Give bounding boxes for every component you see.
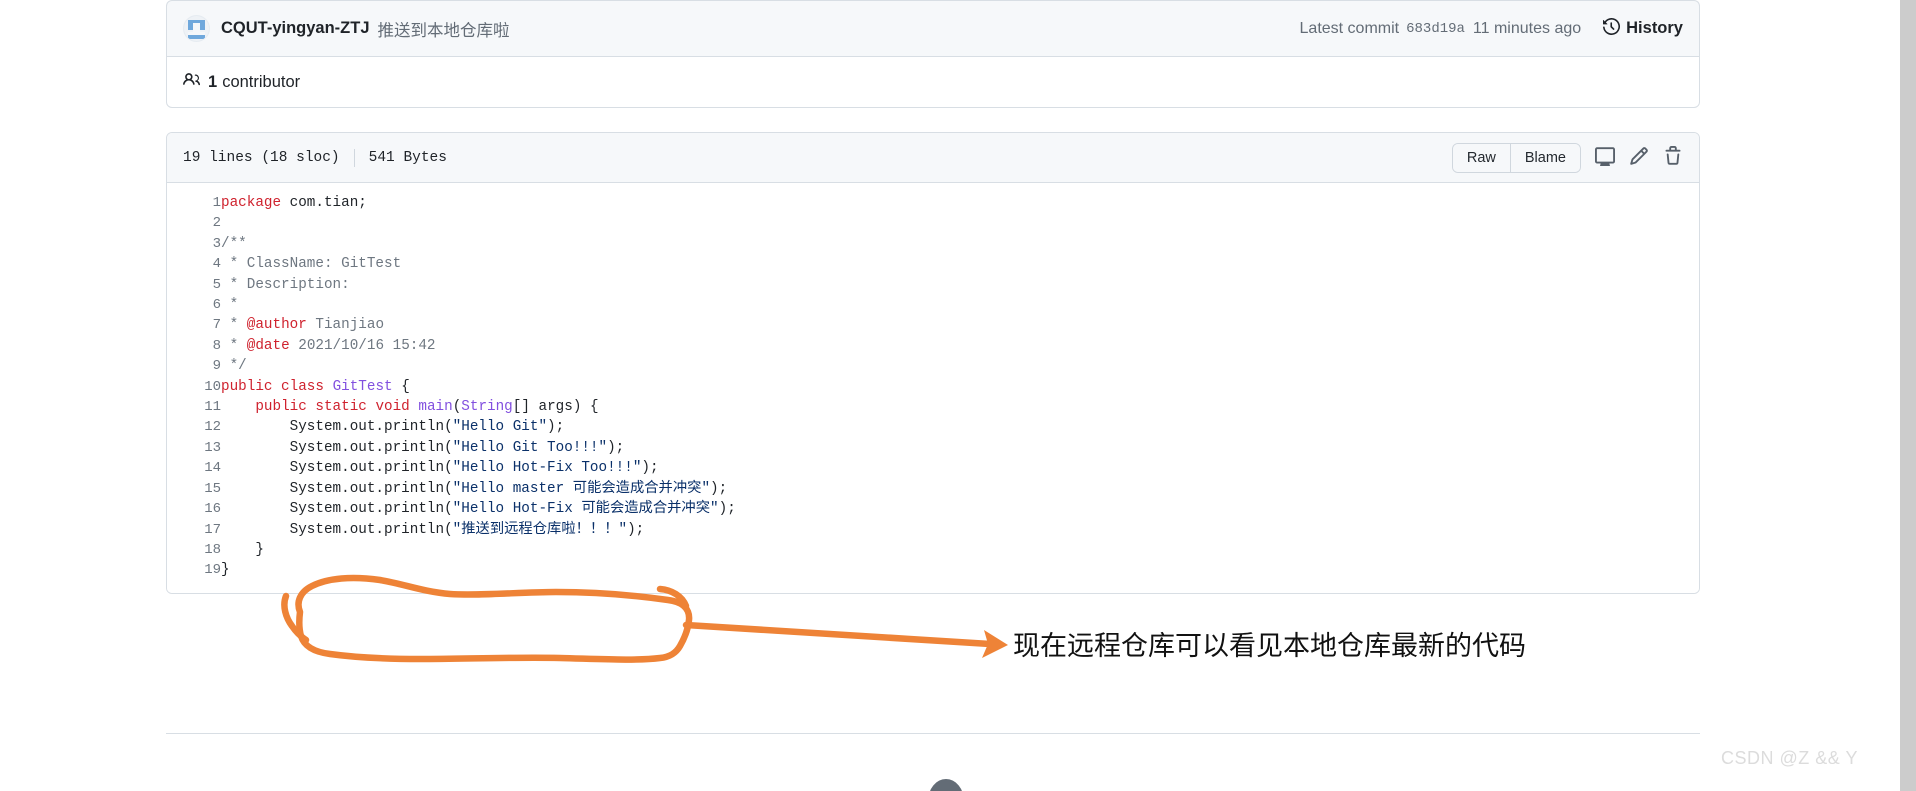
code-line-content[interactable]: System.out.println("推送到远程仓库啦！！！");: [221, 520, 1699, 540]
code-line: 4 * ClassName: GitTest: [167, 254, 1699, 274]
code-line-number[interactable]: 10: [167, 377, 221, 397]
code-line-number[interactable]: 2: [167, 213, 221, 233]
code-line-content[interactable]: * @date 2021/10/16 15:42: [221, 336, 1699, 356]
code-line-number[interactable]: 13: [167, 438, 221, 458]
code-line-content[interactable]: * ClassName: GitTest: [221, 254, 1699, 274]
history-label: History: [1626, 19, 1683, 37]
code-line-content[interactable]: public class GitTest {: [221, 377, 1699, 397]
code-line-number[interactable]: 17: [167, 520, 221, 540]
raw-button[interactable]: Raw: [1452, 143, 1510, 172]
code-line-content[interactable]: System.out.println("Hello Hot-Fix Too!!!…: [221, 458, 1699, 478]
raw-blame-button-group: Raw Blame: [1451, 142, 1581, 173]
latest-commit-label: Latest commit: [1299, 19, 1400, 37]
code-line-number[interactable]: 6: [167, 295, 221, 315]
commit-author-name[interactable]: CQUT-yingyan-ZTJ: [221, 19, 370, 38]
code-line: 2: [167, 213, 1699, 233]
code-line: 10 public class GitTest {: [167, 377, 1699, 397]
code-line: 17 System.out.println("推送到远程仓库啦！！！");: [167, 520, 1699, 540]
page-bottom-shape: [928, 779, 964, 791]
code-line-content[interactable]: * @author Tianjiao: [221, 315, 1699, 335]
code-line: 16 System.out.println("Hello Hot-Fix 可能会…: [167, 499, 1699, 519]
contributor-count: 1: [208, 72, 218, 91]
meta-divider: [353, 148, 355, 167]
file-content-column: CQUT-yingyan-ZTJ 推送到本地仓库啦 Latest commit …: [166, 0, 1700, 594]
code-line-number[interactable]: 8: [167, 336, 221, 356]
desktop-download-button[interactable]: [1595, 146, 1615, 169]
contributors-link[interactable]: 1 contributor: [183, 71, 300, 93]
code-line-number[interactable]: 3: [167, 234, 221, 254]
code-line: 6 *: [167, 295, 1699, 315]
code-line-content[interactable]: System.out.println("Hello master 可能会造成合并…: [221, 479, 1699, 499]
code-line-content[interactable]: }: [221, 560, 1699, 580]
page-root: CQUT-yingyan-ZTJ 推送到本地仓库啦 Latest commit …: [0, 0, 1916, 791]
code-listing[interactable]: 1 package com.tian; 2 3/** 4 * ClassName: G…: [167, 183, 1699, 593]
code-line-number[interactable]: 16: [167, 499, 221, 519]
code-line-content[interactable]: *: [221, 295, 1699, 315]
contributors-bar: 1 contributor: [166, 56, 1700, 108]
code-line: 14 System.out.println("Hello Hot-Fix Too…: [167, 458, 1699, 478]
code-line: 1 package com.tian;: [167, 193, 1699, 213]
edit-file-button[interactable]: [1629, 146, 1649, 169]
code-table: 1 package com.tian; 2 3/** 4 * ClassName: G…: [167, 193, 1699, 581]
code-line: 3/**: [167, 234, 1699, 254]
csdn-watermark: CSDN @Z && Y: [1721, 748, 1858, 768]
pencil-edit-icon: [1629, 146, 1649, 169]
code-line-content[interactable]: */: [221, 356, 1699, 376]
code-line-number[interactable]: 5: [167, 275, 221, 295]
contributor-label: contributor: [222, 72, 301, 91]
code-line: 13 System.out.println("Hello Git Too!!!"…: [167, 438, 1699, 458]
code-line: 9 */: [167, 356, 1699, 376]
code-line-content[interactable]: System.out.println("Hello Git Too!!!");: [221, 438, 1699, 458]
bottom-divider: [166, 733, 1700, 734]
history-clock-icon: [1603, 17, 1626, 40]
code-line: 15 System.out.println("Hello master 可能会造…: [167, 479, 1699, 499]
code-line: 11 public static void main(String[] args…: [167, 397, 1699, 417]
code-line-number[interactable]: 9: [167, 356, 221, 376]
commit-sha[interactable]: 683d19a: [1406, 21, 1465, 37]
code-line: 8 * @date 2021/10/16 15:42: [167, 336, 1699, 356]
code-line-number[interactable]: 19: [167, 560, 221, 580]
code-line-number[interactable]: 7: [167, 315, 221, 335]
desktop-download-icon: [1595, 146, 1615, 169]
file-action-group: Raw Blame: [1451, 142, 1683, 173]
annotation-arrow-head: [982, 630, 1008, 658]
delete-file-button[interactable]: [1663, 146, 1683, 169]
file-toolbar: 19 lines (18 sloc) 541 Bytes Raw Blame: [167, 133, 1699, 183]
code-line-number[interactable]: 1: [167, 193, 221, 213]
code-line: 5 * Description:: [167, 275, 1699, 295]
code-line: 19}: [167, 560, 1699, 580]
commit-message[interactable]: 推送到本地仓库啦: [378, 17, 510, 41]
code-line-number[interactable]: 12: [167, 417, 221, 437]
file-view-box: 19 lines (18 sloc) 541 Bytes Raw Blame 1…: [166, 132, 1700, 594]
code-line: 7 * @author Tianjiao: [167, 315, 1699, 335]
code-line: 12 System.out.println("Hello Git");: [167, 417, 1699, 437]
page-scrollbar[interactable]: [1900, 0, 1916, 791]
avatar[interactable]: [183, 15, 210, 42]
people-icon: [183, 71, 208, 93]
commit-relative-time: 11 minutes ago: [1472, 19, 1582, 37]
code-line-number[interactable]: 11: [167, 397, 221, 417]
code-line-content[interactable]: System.out.println("Hello Hot-Fix 可能会造成合…: [221, 499, 1699, 519]
file-size-info: 541 Bytes: [368, 149, 447, 166]
code-line-content[interactable]: System.out.println("Hello Git");: [221, 417, 1699, 437]
trash-delete-icon: [1663, 146, 1683, 169]
annotation-text-svg: 现在远程仓库可以看见本地仓库最新的代码: [1013, 631, 1526, 661]
blame-button[interactable]: Blame: [1509, 143, 1580, 172]
code-line-number[interactable]: 18: [167, 540, 221, 560]
code-line-content[interactable]: /**: [221, 234, 1699, 254]
code-line-number[interactable]: 15: [167, 479, 221, 499]
history-link[interactable]: History: [1603, 17, 1683, 40]
code-line-content[interactable]: public static void main(String[] args) {: [221, 397, 1699, 417]
file-lines-info: 19 lines (18 sloc): [183, 149, 340, 166]
commit-meta-group: Latest commit 683d19a 11 minutes ago His…: [1299, 17, 1683, 40]
code-line-content[interactable]: * Description:: [221, 275, 1699, 295]
code-line-content[interactable]: package com.tian;: [221, 193, 1699, 213]
code-line-content[interactable]: }: [221, 540, 1699, 560]
file-meta: 19 lines (18 sloc) 541 Bytes: [183, 148, 447, 167]
latest-commit-header: CQUT-yingyan-ZTJ 推送到本地仓库啦 Latest commit …: [166, 0, 1700, 56]
code-line: 18 }: [167, 540, 1699, 560]
code-line-number[interactable]: 4: [167, 254, 221, 274]
code-line-number[interactable]: 14: [167, 458, 221, 478]
code-line-content[interactable]: [221, 213, 1699, 233]
